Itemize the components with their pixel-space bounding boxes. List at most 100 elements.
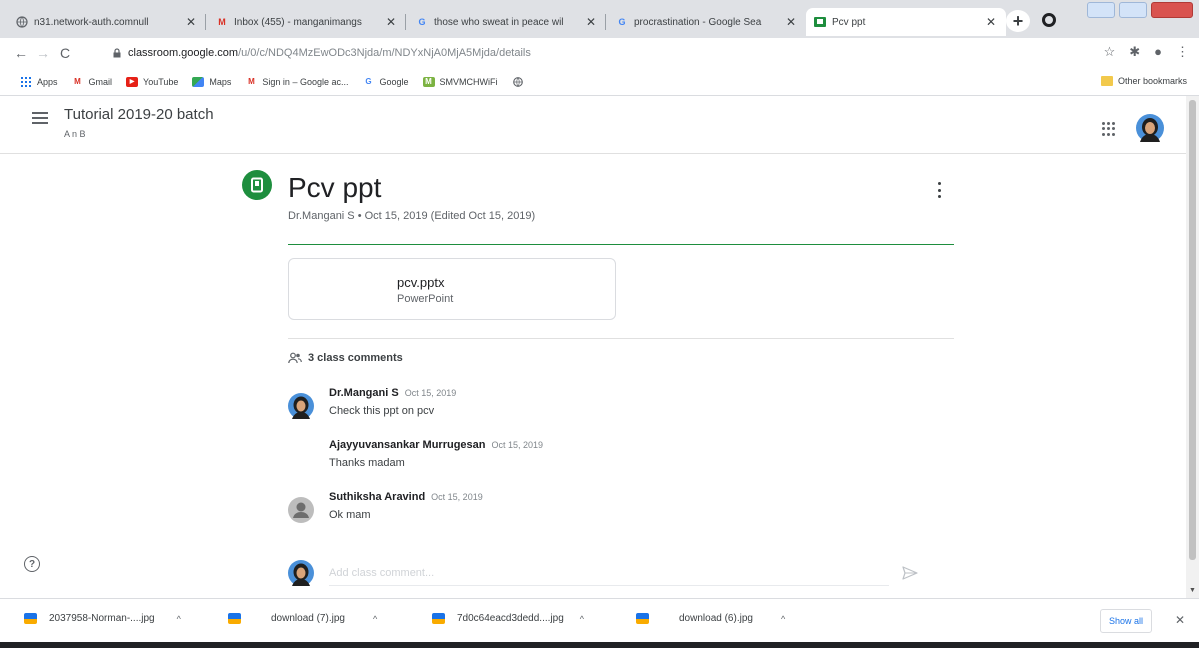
download-filename: download (6).jpg <box>679 613 753 624</box>
chevron-up-icon[interactable]: ^ <box>580 614 584 624</box>
tab-close-icon[interactable]: ✕ <box>584 15 598 29</box>
bookmark-maps[interactable]: Maps <box>192 76 232 87</box>
window-close-button[interactable] <box>1151 2 1193 18</box>
new-tab-button[interactable]: + <box>1006 10 1030 32</box>
forward-arrow-icon[interactable]: → <box>32 45 54 61</box>
chevron-up-icon[interactable]: ^ <box>373 614 377 624</box>
commenter-avatar <box>288 393 314 419</box>
tab-close-icon[interactable]: ✕ <box>984 15 998 29</box>
bookmark-label: Sign in – Google ac... <box>262 76 349 87</box>
browser-menu-icon[interactable]: ⋮ <box>1176 44 1189 60</box>
gmail-icon: M <box>218 17 226 27</box>
bookmark-youtube[interactable]: ▶ YouTube <box>126 76 179 87</box>
address-bar[interactable]: classroom.google.com/u/0/c/NDQ4MzEwODc3N… <box>112 42 1052 64</box>
class-section: A n B <box>64 129 86 139</box>
people-icon <box>288 352 302 364</box>
bookmarks-bar: Apps M Gmail ▶ YouTube Maps M Sign in – … <box>0 68 1199 96</box>
window-bottom-edge <box>0 642 1199 648</box>
download-item[interactable]: 7d0c64eacd3dedd....jpg ^ <box>432 613 584 624</box>
other-bookmarks[interactable]: Other bookmarks <box>1100 76 1187 86</box>
show-all-downloads-button[interactable]: Show all <box>1100 609 1152 633</box>
download-item[interactable]: 2037958-Norman-....jpg ^ <box>24 613 181 624</box>
image-file-icon <box>228 613 241 624</box>
help-icon[interactable]: ? <box>24 556 40 572</box>
star-icon[interactable]: ☆ <box>1104 44 1116 60</box>
class-title[interactable]: Tutorial 2019-20 batch <box>64 106 214 123</box>
user-avatar[interactable] <box>1136 114 1164 142</box>
other-bookmarks-label: Other bookmarks <box>1117 76 1187 86</box>
comment-date: Oct 15, 2019 <box>404 388 457 398</box>
attachment-card[interactable]: pcv.pptx PowerPoint <box>288 258 616 320</box>
lock-icon <box>113 48 121 58</box>
bookmark-globe[interactable] <box>512 76 529 87</box>
class-comments-count: 3 class comments <box>308 352 403 364</box>
page-scrollbar[interactable]: ▼ <box>1186 96 1199 598</box>
extension-icon[interactable]: ✱ <box>1129 44 1140 60</box>
url-path: /u/0/c/NDQ4MzEwODc3Njda/m/NDYxNjA0MjA5Mj… <box>238 47 531 59</box>
tab-gmail-inbox[interactable]: M Inbox (455) - manganimangs ✕ <box>208 8 406 36</box>
comment-date: Oct 15, 2019 <box>491 440 544 450</box>
bookmark-label: Gmail <box>88 76 113 87</box>
google-icon: G <box>418 17 426 27</box>
scroll-down-icon[interactable]: ▼ <box>1189 587 1196 594</box>
tab-close-icon[interactable]: ✕ <box>784 15 798 29</box>
reload-icon[interactable]: C <box>54 45 76 61</box>
classroom-icon <box>814 16 826 28</box>
add-comment-row <box>288 558 954 590</box>
google-icon: G <box>365 77 372 86</box>
bookmark-label: YouTube <box>143 76 179 87</box>
chevron-up-icon[interactable]: ^ <box>781 614 785 624</box>
comment-author: Ajayyuvansankar Murrugesan <box>329 439 486 451</box>
more-options-icon[interactable] <box>938 182 942 198</box>
download-filename: download (7).jpg <box>271 613 345 624</box>
tab-close-icon[interactable]: ✕ <box>384 15 398 29</box>
youtube-icon: ▶ <box>126 76 139 87</box>
google-apps-icon[interactable] <box>1102 122 1116 136</box>
downloads-bar: 2037958-Norman-....jpg ^ download (7).jp… <box>0 598 1199 642</box>
main-menu-icon[interactable] <box>32 112 48 124</box>
url-host: classroom.google.com <box>128 47 239 59</box>
download-item[interactable]: download (7).jpg ^ <box>228 613 377 624</box>
browser-tabstrip: n31.network-auth.comnull ✕ M Inbox (455)… <box>0 0 1199 38</box>
image-file-icon <box>636 613 649 624</box>
attachment-type: PowerPoint <box>397 293 454 305</box>
bookmark-wifi[interactable]: M SMVMCHWiFi <box>422 76 498 87</box>
tab-pcv-ppt[interactable]: Pcv ppt ✕ <box>806 8 1006 36</box>
profile-circle-icon[interactable] <box>1042 13 1056 27</box>
chevron-up-icon[interactable]: ^ <box>177 614 181 624</box>
current-user-avatar <box>288 560 314 586</box>
gmail-icon: M <box>74 77 81 86</box>
back-arrow-icon[interactable]: ← <box>10 45 32 61</box>
classroom-header: Tutorial 2019-20 batch A n B <box>0 96 1186 154</box>
bookmark-apps[interactable]: Apps <box>20 76 58 87</box>
add-comment-input[interactable] <box>329 560 889 586</box>
bookmark-gmail[interactable]: M Gmail <box>72 76 113 87</box>
bookmark-google[interactable]: G Google <box>362 77 408 87</box>
post-title: Pcv ppt <box>288 172 382 203</box>
class-comments-heading[interactable]: 3 class comments <box>288 352 403 364</box>
google-icon: G <box>618 17 626 27</box>
tab-google-search-procrastination[interactable]: G procrastination - Google Sea ✕ <box>608 8 806 36</box>
maps-icon <box>192 76 205 87</box>
folder-icon <box>1100 76 1113 86</box>
tab-network-auth[interactable]: n31.network-auth.comnull ✕ <box>8 8 206 36</box>
tab-google-search-sweat[interactable]: G those who sweat in peace wil ✕ <box>408 8 606 36</box>
apps-grid-icon <box>20 76 32 87</box>
bookmark-google-signin[interactable]: M Sign in – Google ac... <box>245 77 348 87</box>
globe-icon <box>16 16 28 28</box>
close-downloads-icon[interactable]: ✕ <box>1175 613 1185 627</box>
scrollbar-thumb[interactable] <box>1189 100 1196 560</box>
send-icon[interactable] <box>902 566 918 580</box>
comment-text: Check this ppt on pcv <box>329 405 435 417</box>
bookmark-label: SMVMCHWiFi <box>439 76 498 87</box>
material-icon <box>242 170 272 200</box>
maximize-button[interactable] <box>1119 2 1147 18</box>
tab-title: those who sweat in peace wil <box>434 16 564 28</box>
bookmark-icon: M <box>422 76 435 87</box>
bookmark-label: Maps <box>209 76 232 87</box>
minimize-button[interactable] <box>1087 2 1115 18</box>
tab-close-icon[interactable]: ✕ <box>184 15 198 29</box>
tab-title: Inbox (455) - manganimangs <box>234 16 362 28</box>
account-icon[interactable]: ● <box>1154 44 1162 60</box>
download-item[interactable]: download (6).jpg ^ <box>636 613 785 624</box>
